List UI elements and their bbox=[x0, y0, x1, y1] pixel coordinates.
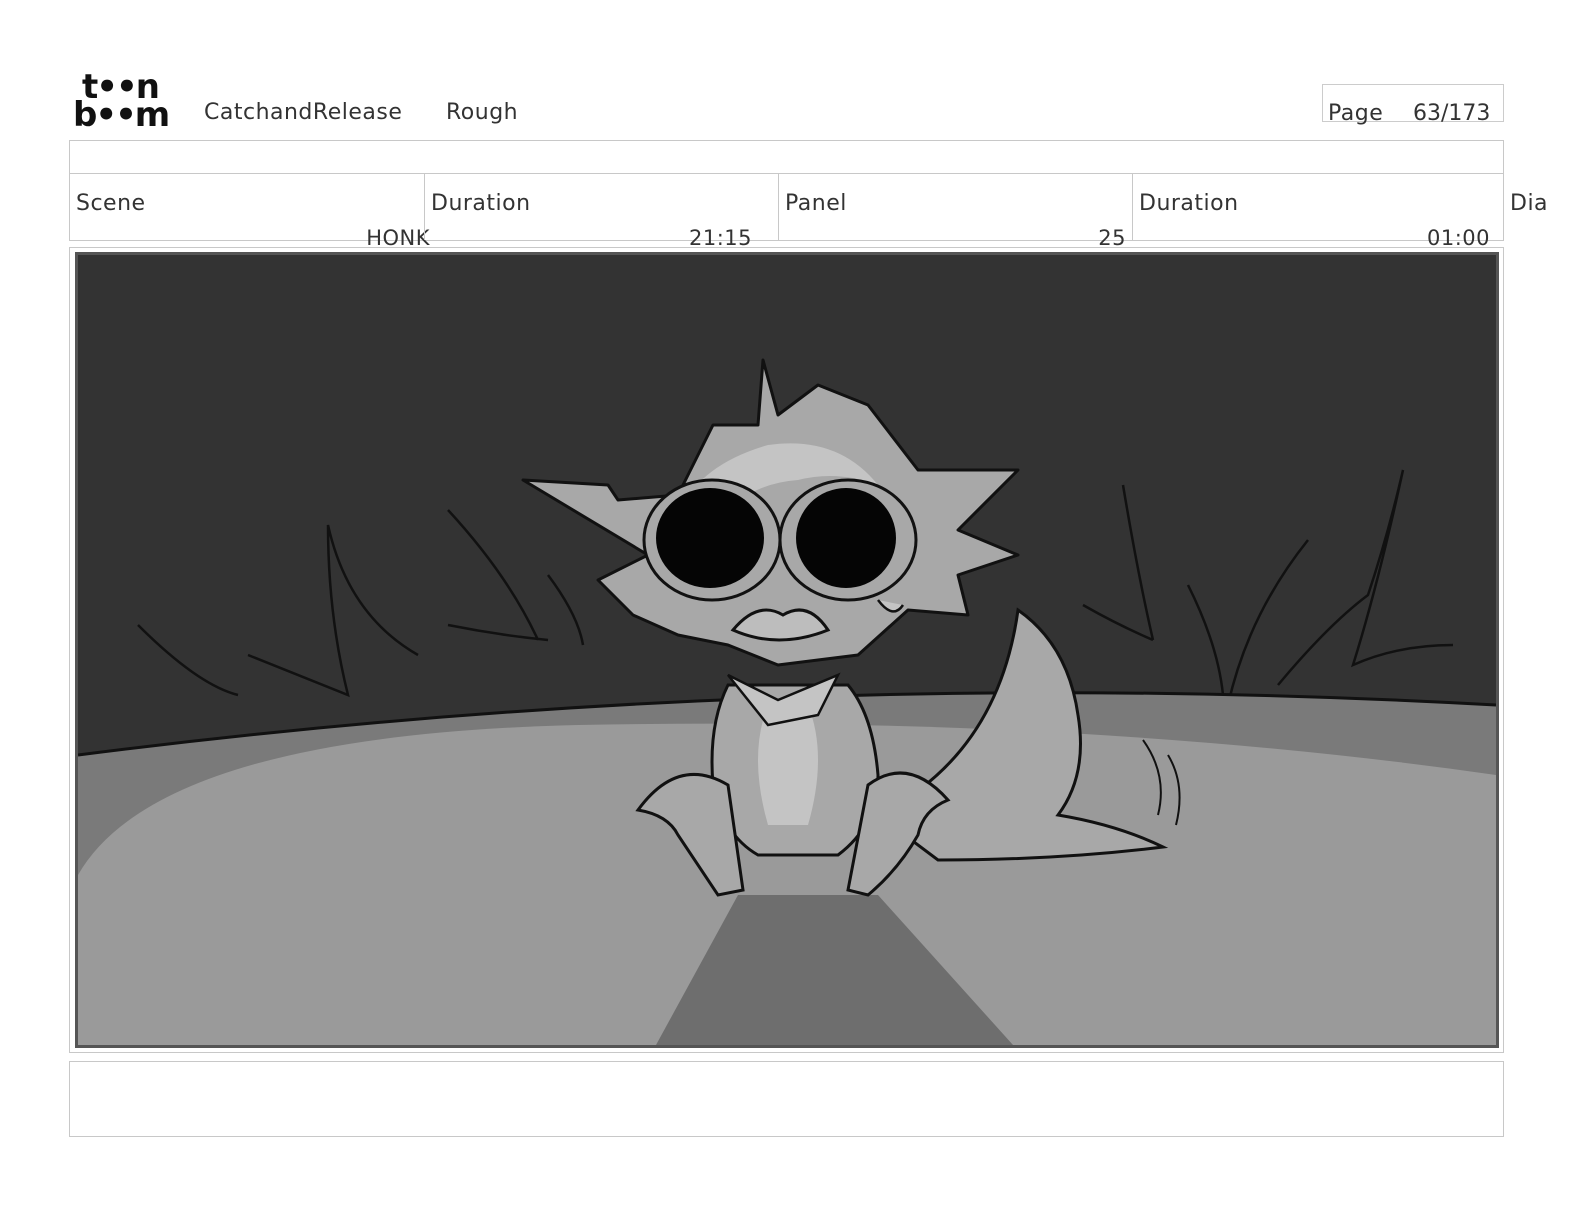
page-label: Page bbox=[1328, 101, 1384, 126]
left-eye bbox=[656, 488, 764, 588]
scene-duration-cell: Duration 21:15 bbox=[424, 173, 778, 250]
page-number: 63/173 bbox=[1413, 101, 1491, 126]
scene-label: Scene bbox=[76, 191, 146, 216]
caption-box bbox=[69, 1061, 1504, 1137]
dialogue-label: Dia bbox=[1510, 191, 1549, 216]
project-title: CatchandRelease bbox=[204, 100, 403, 125]
scene-duration-label: Duration bbox=[431, 191, 531, 216]
panel-duration-cell: Duration 01:00 bbox=[1132, 173, 1504, 250]
panel-duration-label: Duration bbox=[1139, 191, 1239, 216]
right-eye bbox=[796, 488, 896, 588]
scene-cell: Scene HONK bbox=[70, 173, 430, 250]
panel-drawing-svg bbox=[78, 255, 1496, 1045]
project-stage: Rough bbox=[446, 100, 519, 125]
metadata-row: Scene HONK Duration 21:15 Panel 25 Durat… bbox=[69, 173, 1504, 250]
toonboom-logo: t••n b••m bbox=[73, 70, 183, 135]
panel-label: Panel bbox=[785, 191, 847, 216]
header-strip bbox=[69, 140, 1504, 174]
storyboard-panel-drawing bbox=[75, 252, 1499, 1048]
logo-text-bottom: b••m bbox=[73, 95, 170, 135]
panel-cell: Panel 25 bbox=[778, 173, 1132, 250]
